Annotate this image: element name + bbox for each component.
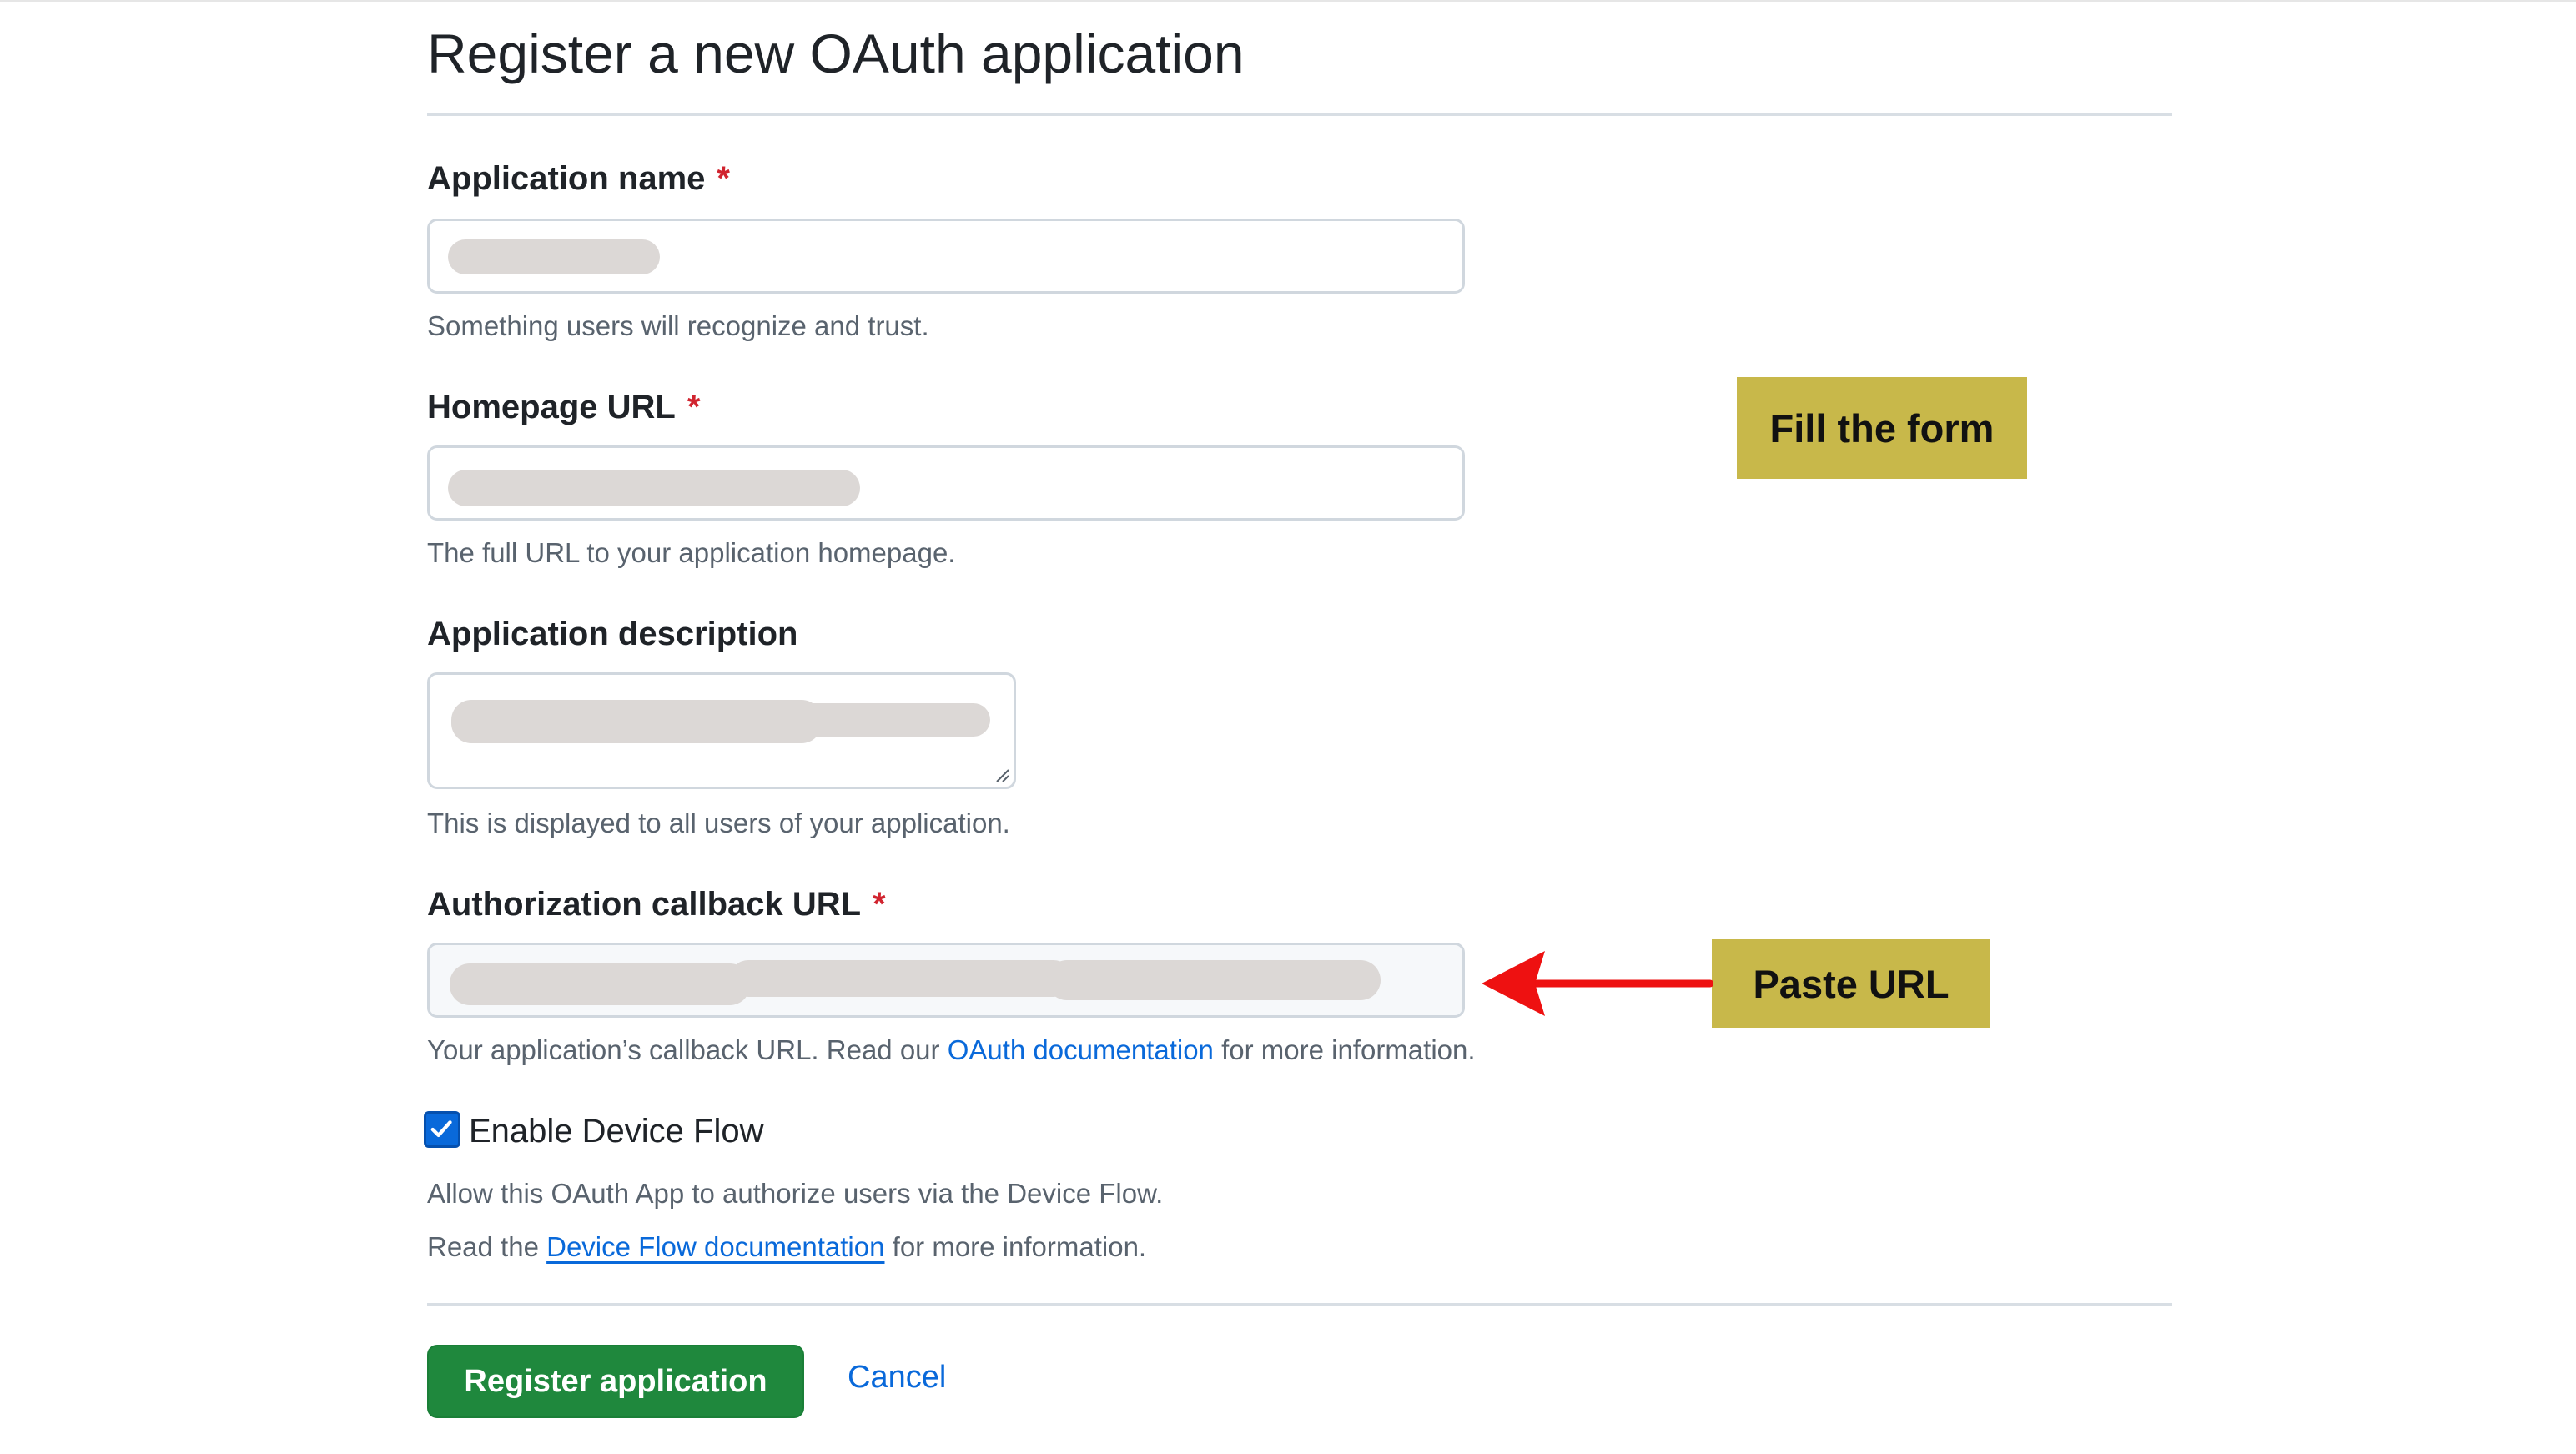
application-name-label: Application name * [427, 160, 730, 198]
application-description-textarea[interactable] [427, 672, 1016, 789]
title-divider [427, 113, 2172, 116]
red-arrow-icon [1482, 951, 1713, 1016]
actions-divider [427, 1303, 2172, 1306]
application-description-label: Application description [427, 616, 797, 653]
callback-url-hint-suffix: for more information. [1213, 1034, 1476, 1065]
redacted-value [1047, 960, 1381, 1000]
callback-url-hint-prefix: Your application’s callback URL. Read ou… [427, 1034, 948, 1065]
resize-handle-icon[interactable] [992, 765, 1010, 783]
device-flow-documentation-link[interactable]: Device Flow documentation [546, 1231, 884, 1262]
application-name-input[interactable] [427, 219, 1465, 294]
homepage-url-label-text: Homepage URL [427, 389, 676, 425]
oauth-register-page: Register a new OAuth application Applica… [0, 0, 2576, 1454]
homepage-url-label: Homepage URL * [427, 389, 700, 426]
device-flow-docs-suffix: for more information. [884, 1231, 1147, 1262]
application-description-label-text: Application description [427, 616, 798, 652]
redacted-value [730, 960, 1072, 997]
top-border [0, 0, 2576, 2]
checkmark-icon [430, 1120, 452, 1138]
application-name-hint: Something users will recognize and trust… [427, 310, 929, 341]
register-application-button[interactable]: Register application [427, 1345, 804, 1418]
redacted-value [448, 239, 660, 274]
device-flow-docs-hint: Read the Device Flow documentation for m… [427, 1231, 1146, 1263]
enable-device-flow-checkbox[interactable] [424, 1111, 460, 1148]
redacted-value [450, 963, 750, 1005]
enable-device-flow-label[interactable]: Enable Device Flow [469, 1113, 764, 1150]
page-title: Register a new OAuth application [427, 23, 1245, 84]
fill-the-form-callout: Fill the form [1737, 377, 2027, 479]
redacted-value [797, 703, 990, 737]
device-flow-docs-prefix: Read the [427, 1231, 547, 1262]
callback-url-hint: Your application’s callback URL. Read ou… [427, 1034, 1476, 1066]
application-name-label-text: Application name [427, 160, 706, 197]
redacted-value [451, 700, 822, 743]
paste-url-callout: Paste URL [1712, 939, 1990, 1028]
homepage-url-hint: The full URL to your application homepag… [427, 537, 956, 568]
device-flow-hint: Allow this OAuth App to authorize users … [427, 1178, 1164, 1209]
oauth-documentation-link[interactable]: OAuth documentation [948, 1034, 1214, 1065]
homepage-url-input[interactable] [427, 445, 1465, 521]
callback-url-label: Authorization callback URL * [427, 886, 886, 923]
required-mark: * [687, 389, 701, 425]
callback-url-label-text: Authorization callback URL [427, 886, 862, 923]
required-mark: * [873, 886, 886, 923]
redacted-value [448, 470, 860, 506]
callback-url-input[interactable] [427, 943, 1465, 1018]
application-description-hint: This is displayed to all users of your a… [427, 807, 1010, 838]
required-mark: * [717, 160, 730, 197]
cancel-link[interactable]: Cancel [848, 1360, 946, 1396]
